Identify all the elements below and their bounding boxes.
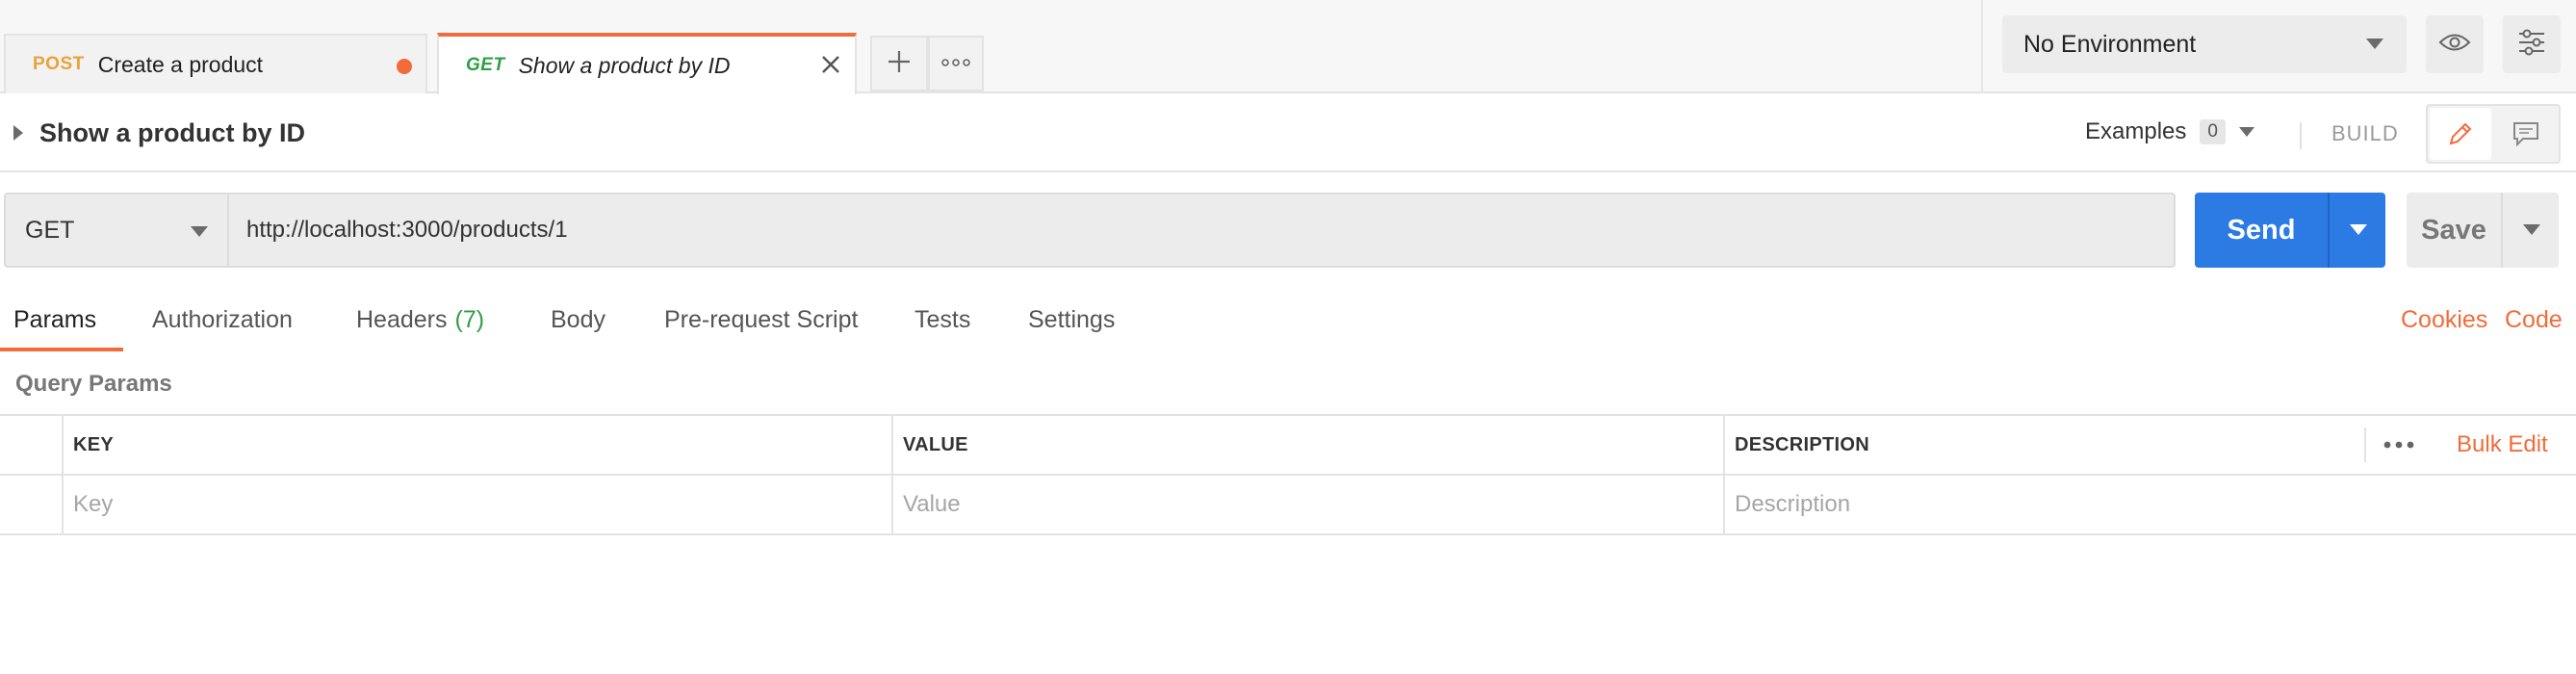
- tab-title: Show a product by ID: [518, 52, 731, 78]
- tab-body[interactable]: Body: [551, 306, 605, 334]
- table-row: Key Value Description: [0, 476, 2576, 535]
- value-input[interactable]: Value: [891, 476, 1723, 533]
- tab-create-product[interactable]: POST Create a product: [4, 34, 427, 93]
- key-input[interactable]: Key: [62, 476, 891, 533]
- examples-label: Examples: [2085, 118, 2187, 144]
- ellipsis-icon: [941, 55, 970, 72]
- divider: [2300, 122, 2302, 149]
- chevron-down-icon: [2523, 224, 2540, 235]
- cookies-link[interactable]: Cookies: [2401, 306, 2487, 334]
- tab-title: Create a product: [97, 51, 264, 77]
- edit-mode-button[interactable]: [2430, 108, 2491, 160]
- tab-authorization[interactable]: Authorization: [152, 306, 293, 334]
- method-select[interactable]: GET: [4, 193, 227, 268]
- environment-select[interactable]: No Environment: [2002, 15, 2407, 73]
- chevron-down-icon: [2350, 224, 2367, 235]
- table-header-row: KEY VALUE DESCRIPTION Bulk Edit: [0, 416, 2576, 476]
- examples-count-badge: 0: [2200, 119, 2226, 144]
- tab-headers[interactable]: Headers (7): [356, 306, 484, 334]
- chevron-down-icon: [2366, 39, 2383, 49]
- save-options-button[interactable]: [2501, 193, 2559, 268]
- tab-method-post: POST: [33, 54, 85, 74]
- divider: [2364, 428, 2366, 462]
- mode-toggle: [2426, 104, 2561, 164]
- environment-settings-button[interactable]: [2503, 15, 2561, 73]
- ellipsis-icon[interactable]: [2382, 431, 2416, 458]
- headers-count: (7): [454, 306, 485, 333]
- tab-tests[interactable]: Tests: [914, 306, 970, 334]
- request-header: Show a product by ID Examples 0 BUILD: [0, 95, 2576, 172]
- new-tab-button[interactable]: [870, 36, 928, 91]
- send-button[interactable]: Send: [2195, 193, 2328, 268]
- comments-button[interactable]: [2495, 108, 2557, 160]
- send-options-button[interactable]: [2328, 193, 2385, 268]
- active-tab-indicator: [0, 348, 123, 351]
- bulk-edit-link[interactable]: Bulk Edit: [2457, 431, 2548, 458]
- plus-icon: [887, 49, 912, 79]
- row-checkbox-cell: [0, 476, 62, 533]
- pencil-icon: [2449, 122, 2472, 145]
- method-value: GET: [25, 216, 75, 244]
- value-column-header: VALUE: [891, 416, 1723, 474]
- close-icon[interactable]: [816, 50, 845, 79]
- query-params-table: KEY VALUE DESCRIPTION Bulk Edit Key Valu…: [0, 414, 2576, 535]
- tab-headers-label: Headers: [356, 306, 448, 333]
- code-link[interactable]: Code: [2505, 306, 2563, 334]
- tab-options-button[interactable]: [928, 36, 984, 91]
- tab-method-get: GET: [466, 55, 505, 75]
- tab-params[interactable]: Params: [13, 306, 96, 334]
- comment-icon: [2513, 122, 2538, 147]
- query-params-title: Query Params: [15, 371, 172, 397]
- tab-settings[interactable]: Settings: [1028, 306, 1115, 334]
- tab-prerequest-script[interactable]: Pre-request Script: [664, 306, 858, 334]
- key-column-header: KEY: [62, 416, 891, 474]
- request-name[interactable]: Show a product by ID: [39, 118, 305, 148]
- unsaved-dot-icon: [397, 59, 412, 74]
- description-column-header: DESCRIPTION: [1723, 416, 2576, 474]
- save-button[interactable]: Save: [2407, 193, 2501, 268]
- sliders-icon: [2517, 29, 2546, 61]
- environment-label: No Environment: [2023, 30, 2197, 58]
- expand-icon[interactable]: [13, 125, 23, 141]
- eye-icon: [2438, 32, 2471, 58]
- divider: [1981, 0, 1983, 93]
- chevron-down-icon: [191, 226, 208, 237]
- url-input[interactable]: [227, 193, 2176, 268]
- chevron-down-icon: [2238, 127, 2254, 137]
- tab-bar: POST Create a product GET Show a product…: [0, 0, 2576, 94]
- request-subtabs: Params Authorization Headers (7) Body Pre…: [0, 295, 2576, 352]
- tab-show-product[interactable]: GET Show a product by ID: [437, 33, 857, 94]
- environment-quick-look-button[interactable]: [2426, 15, 2484, 73]
- checkbox-column-header: [0, 416, 62, 474]
- mode-label: BUILD: [2331, 121, 2399, 145]
- description-input[interactable]: Description: [1723, 476, 2576, 533]
- examples-dropdown[interactable]: Examples 0: [2085, 118, 2254, 145]
